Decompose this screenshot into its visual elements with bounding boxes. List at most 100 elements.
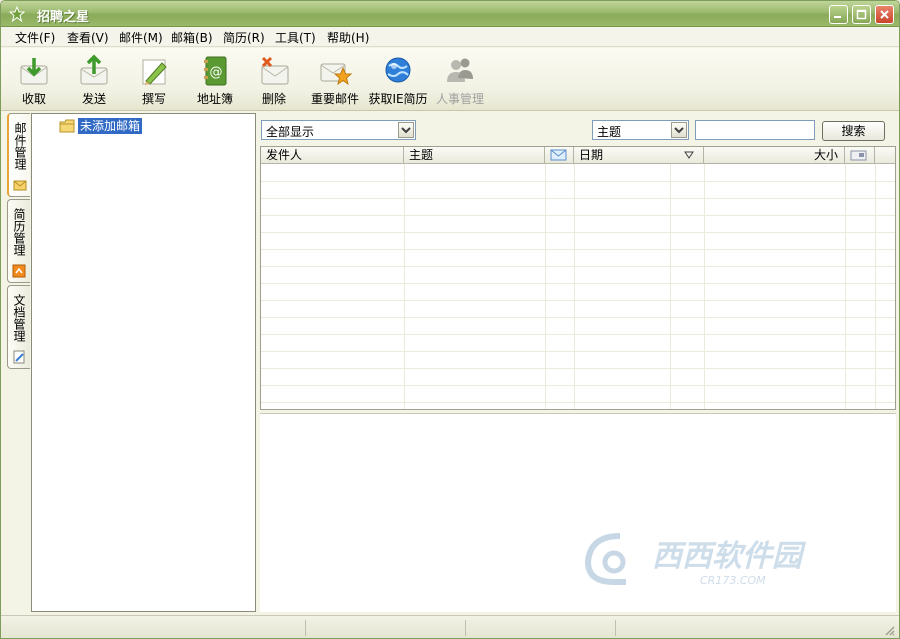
menu-tools[interactable]: 工具(T) (275, 29, 316, 46)
menu-help[interactable]: 帮助(H) (327, 29, 369, 46)
grid-column-line (670, 164, 671, 409)
column-subject[interactable]: 主题 (404, 147, 545, 164)
grid-row-line (261, 266, 895, 267)
display-filter-value: 全部显示 (266, 125, 315, 139)
send-label: 发送 (81, 92, 106, 106)
send-button[interactable]: 发送 (69, 52, 119, 108)
search-field-value: 主题 (597, 125, 622, 139)
grid-column-line (574, 164, 575, 409)
tab-resume-management[interactable]: 简历管理 (7, 199, 30, 283)
grid-row-line (261, 249, 895, 250)
delete-envelope-icon (261, 56, 289, 85)
mail-preview-pane[interactable]: 西西软件园 CR173.COM (260, 413, 896, 612)
minimize-button[interactable] (829, 5, 848, 24)
status-divider (465, 620, 466, 636)
delete-button[interactable]: 删除 (249, 52, 299, 108)
important-mail-button[interactable]: 重要邮件 (307, 52, 363, 108)
sort-descending-icon (684, 151, 694, 159)
status-bar (1, 615, 899, 638)
menu-view[interactable]: 查看(V) (67, 29, 109, 46)
search-input[interactable] (695, 120, 815, 140)
people-icon (447, 58, 473, 82)
compose-pencil-icon (142, 59, 167, 85)
grid-row-line (261, 283, 895, 284)
column-size[interactable]: 大小 (704, 147, 845, 164)
column-date-label: 日期 (579, 148, 604, 162)
folder-icon (59, 119, 75, 133)
close-button[interactable] (875, 5, 894, 24)
display-filter-select[interactable]: 全部显示 (261, 120, 416, 140)
hr-management-button[interactable]: 人事管理 (433, 52, 487, 108)
important-star-icon (320, 63, 352, 86)
grid-row-line (261, 402, 895, 403)
search-button[interactable]: 搜索 (822, 121, 885, 141)
tab-document-management[interactable]: 文档管理 (7, 285, 30, 369)
maximize-button[interactable] (852, 5, 871, 24)
document-tab-icon (13, 350, 25, 364)
envelope-icon (550, 149, 567, 161)
status-divider (615, 620, 616, 636)
tab-document-management-label: 文档管理 (12, 294, 26, 342)
chevron-down-icon (401, 127, 411, 134)
window-title: 招聘之星 (37, 10, 90, 25)
resize-grip-icon[interactable] (883, 624, 895, 636)
mail-tab-icon (13, 180, 27, 191)
resume-tab-icon (12, 264, 26, 278)
grid-row-line (261, 215, 895, 216)
delete-label: 删除 (261, 92, 286, 106)
receive-envelope-icon (20, 58, 48, 85)
watermark-logo: 西西软件园 CR173.COM (584, 533, 807, 587)
receive-label: 收取 (21, 92, 46, 106)
tab-mail-management-label: 邮件管理 (13, 122, 27, 170)
mail-list-header: 发件人 主题 日期 大小 (261, 147, 895, 164)
minimize-icon (834, 16, 841, 18)
grid-row-line (261, 181, 895, 182)
compose-button[interactable]: 撰写 (129, 52, 179, 108)
tab-resume-management-label: 简历管理 (12, 208, 26, 256)
maximize-icon (856, 9, 867, 20)
menu-file[interactable]: 文件(F) (15, 29, 55, 46)
grid-column-line (875, 164, 876, 409)
column-date[interactable]: 日期 (574, 147, 704, 164)
menu-mailbox[interactable]: 邮箱(B) (171, 29, 213, 46)
tab-mail-management[interactable]: 邮件管理 (7, 113, 30, 197)
address-book-label: 地址簿 (196, 92, 233, 106)
chevron-down-icon (674, 127, 684, 134)
display-filter-dropdown[interactable] (398, 122, 414, 138)
watermark-domain: CR173.COM (700, 574, 766, 587)
watermark-brand: 西西软件园 (652, 539, 807, 574)
receive-button[interactable]: 收取 (9, 52, 59, 108)
search-field-dropdown[interactable] (671, 122, 687, 138)
grid-row-line (261, 232, 895, 233)
search-field-select[interactable]: 主题 (592, 120, 689, 140)
menu-bar: 文件(F) 查看(V) 邮件(M) 邮箱(B) 简历(R) 工具(T) 帮助(H… (1, 27, 899, 47)
svg-text:@: @ (210, 65, 223, 80)
menu-mail[interactable]: 邮件(M) (119, 29, 163, 46)
grid-row-line (261, 334, 895, 335)
address-book-icon: @ (204, 56, 227, 86)
ie-globe-icon (385, 57, 411, 83)
important-mail-label: 重要邮件 (310, 92, 359, 106)
side-tabs: 邮件管理 简历管理 文档管理 (7, 113, 31, 613)
address-book-button[interactable]: @ 地址簿 (189, 52, 241, 108)
status-divider (305, 620, 306, 636)
mail-list[interactable]: 发件人 主题 日期 大小 (260, 146, 896, 410)
grid-row-line (261, 300, 895, 301)
send-envelope-icon (80, 54, 108, 85)
grid-column-line (704, 164, 705, 409)
column-sender[interactable]: 发件人 (261, 147, 404, 164)
grid-row-line (261, 351, 895, 352)
grid-row-line (261, 317, 895, 318)
column-mail-status[interactable] (545, 147, 574, 164)
compose-label: 撰写 (141, 92, 166, 106)
get-ie-resume-label: 获取IE简历 (368, 92, 428, 106)
grid-column-line (845, 164, 846, 409)
title-bar[interactable]: 招聘之星 (1, 1, 899, 27)
menu-resume[interactable]: 简历(R) (223, 29, 265, 46)
main-window: 招聘之星 文件(F) 查看(V) 邮件(M) 邮箱(B) 简历(R) 工具(T)… (0, 0, 900, 639)
get-ie-resume-button[interactable]: 获取IE简历 (367, 52, 429, 108)
grid-column-line (545, 164, 546, 409)
mailbox-tree[interactable]: 未添加邮箱 (31, 113, 256, 612)
column-attachment[interactable] (845, 147, 875, 164)
app-star-icon (9, 6, 25, 22)
